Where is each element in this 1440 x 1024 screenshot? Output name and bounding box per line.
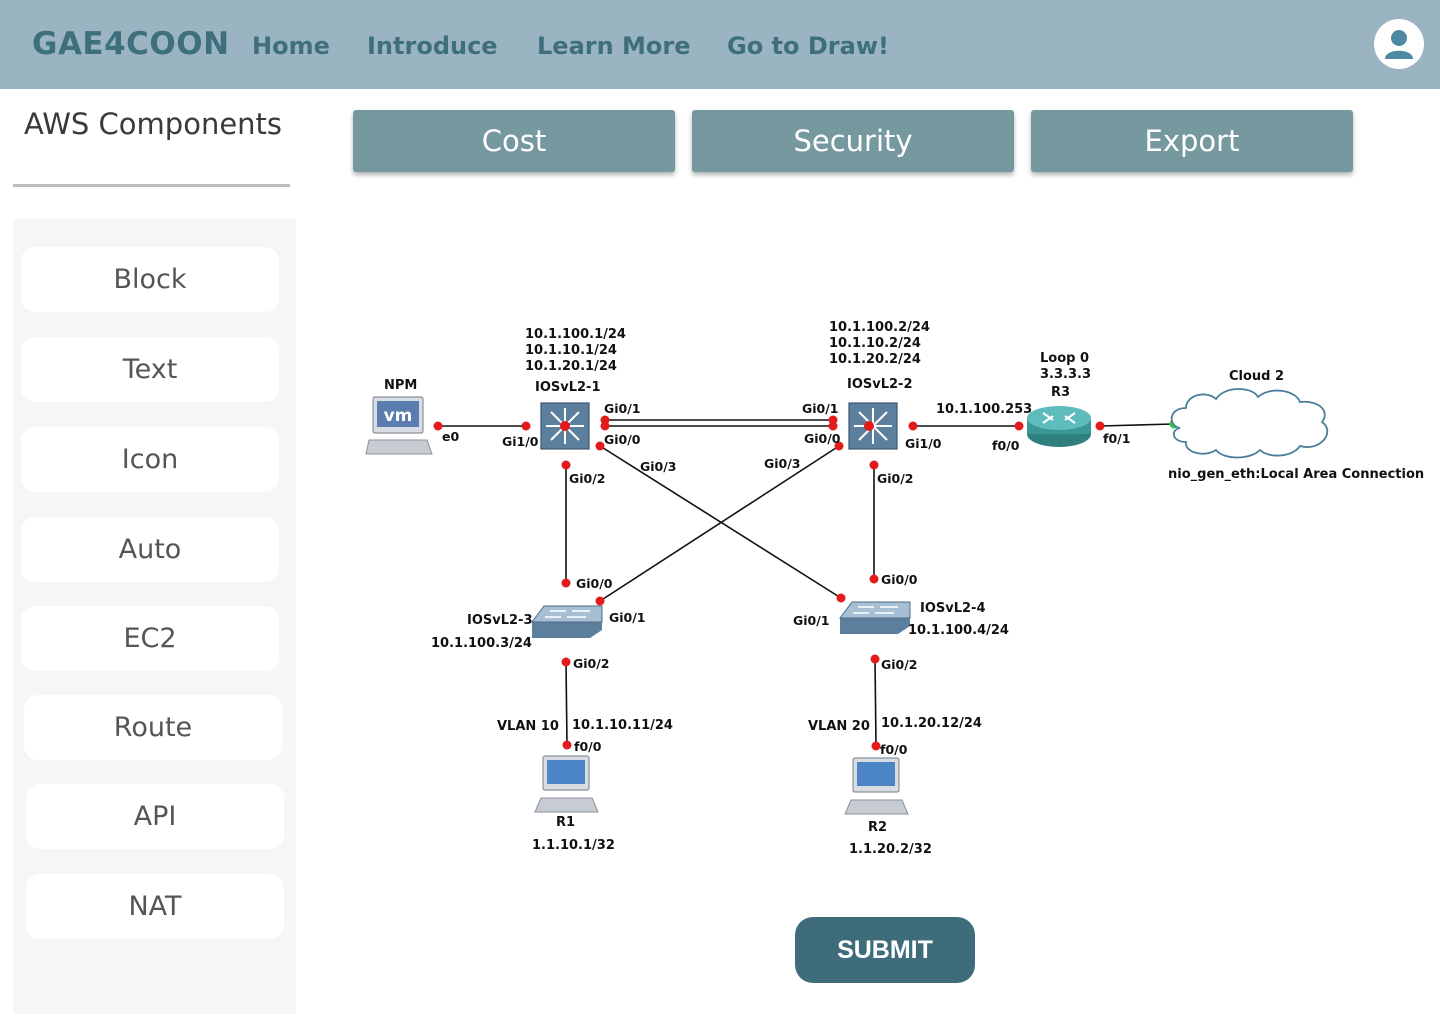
sw2-ip1: 10.1.100.2/24 bbox=[829, 320, 930, 335]
network-diagram: vm NPM e0 10.1.100.1/24 10.1.10.1/24 10.… bbox=[365, 320, 1424, 857]
r1-name: R1 bbox=[556, 815, 575, 830]
sw1-ip1: 10.1.100.1/24 bbox=[525, 327, 626, 342]
link-sw4-r2 bbox=[874, 658, 877, 747]
sw2-port-gi03: Gi0/3 bbox=[764, 456, 801, 471]
sw1-name: IOSvL2-1 bbox=[535, 380, 601, 395]
sw4-port-gi01: Gi0/1 bbox=[793, 613, 830, 628]
r1-loop-ip: 1.1.10.1/32 bbox=[532, 838, 615, 853]
sw3-name: IOSvL2-3 bbox=[467, 613, 533, 628]
cloud-icon[interactable] bbox=[1170, 388, 1329, 459]
sw3-port-gi02: Gi0/2 bbox=[573, 656, 610, 671]
sw4-name: IOSvL2-4 bbox=[920, 601, 986, 616]
switch-iosvl2-1-icon[interactable] bbox=[540, 402, 590, 450]
r2-port: f0/0 bbox=[880, 742, 908, 757]
switch-iosvl2-4-icon[interactable] bbox=[839, 601, 911, 634]
sw2-port-gi02: Gi0/2 bbox=[877, 471, 914, 486]
npm-name: NPM bbox=[384, 378, 417, 393]
sw2-ip3: 10.1.20.2/24 bbox=[829, 352, 921, 367]
diagram-links bbox=[438, 419, 1175, 747]
link-sw3-r1 bbox=[565, 661, 568, 746]
npm-port: e0 bbox=[442, 429, 459, 444]
r2-name: R2 bbox=[868, 820, 887, 835]
sw2-port-gi10: Gi1/0 bbox=[905, 436, 942, 451]
r3-port-f01: f0/1 bbox=[1103, 431, 1130, 446]
router-r3-icon[interactable] bbox=[1027, 406, 1091, 447]
r2-ip: 10.1.20.12/24 bbox=[881, 716, 982, 731]
r3-name: R3 bbox=[1051, 385, 1070, 400]
cloud-name: Cloud 2 bbox=[1229, 369, 1284, 384]
sw3-port-gi00: Gi0/0 bbox=[576, 576, 613, 591]
r2-loop-ip: 1.1.20.2/32 bbox=[849, 842, 932, 857]
switch-iosvl2-2-icon[interactable] bbox=[848, 402, 898, 450]
sw2-name: IOSvL2-2 bbox=[847, 377, 913, 392]
sw4-port-gi00: Gi0/0 bbox=[881, 572, 918, 587]
sw1-port-gi03: Gi0/3 bbox=[640, 459, 677, 474]
sw3-port-gi01: Gi0/1 bbox=[609, 610, 646, 625]
npm-vm-label: vm bbox=[384, 406, 413, 426]
r3-port-f00: f0/0 bbox=[992, 438, 1020, 453]
sw2-port-gi01: Gi0/1 bbox=[802, 401, 839, 416]
r1-port: f0/0 bbox=[574, 739, 602, 754]
r1-vlan: VLAN 10 bbox=[497, 719, 559, 734]
sw1-port-gi10: Gi1/0 bbox=[502, 434, 539, 449]
sw2-ip2: 10.1.10.2/24 bbox=[829, 336, 921, 351]
sw1-ip3: 10.1.20.1/24 bbox=[525, 359, 617, 374]
sw1-ip2: 10.1.10.1/24 bbox=[525, 343, 617, 358]
r3-loop-ip: 3.3.3.3 bbox=[1040, 367, 1091, 382]
sw1-port-gi01: Gi0/1 bbox=[604, 401, 641, 416]
sw1-port-gi02: Gi0/2 bbox=[569, 471, 606, 486]
switch-iosvl2-3-icon[interactable] bbox=[531, 605, 603, 638]
host-r2-icon[interactable] bbox=[844, 757, 909, 815]
sw4-port-gi02: Gi0/2 bbox=[881, 657, 918, 672]
r3-loop-label: Loop 0 bbox=[1040, 351, 1089, 366]
sw2-r3-link-ip: 10.1.100.253 bbox=[936, 402, 1032, 417]
sw2-port-gi00: Gi0/0 bbox=[804, 431, 841, 446]
sw1-port-gi00: Gi0/0 bbox=[604, 432, 641, 447]
sw3-ip: 10.1.100.3/24 bbox=[431, 636, 532, 651]
host-r1-icon[interactable] bbox=[534, 755, 599, 813]
r2-vlan: VLAN 20 bbox=[808, 719, 870, 734]
sw4-ip: 10.1.100.4/24 bbox=[908, 623, 1009, 638]
link-r3-cloud bbox=[1099, 423, 1175, 427]
npm-vm-icon[interactable]: vm bbox=[365, 396, 433, 455]
r1-ip: 10.1.10.11/24 bbox=[572, 718, 673, 733]
submit-button[interactable]: SUBMIT bbox=[795, 917, 975, 983]
cloud-connection-label: nio_gen_eth:Local Area Connection bbox=[1168, 467, 1424, 482]
